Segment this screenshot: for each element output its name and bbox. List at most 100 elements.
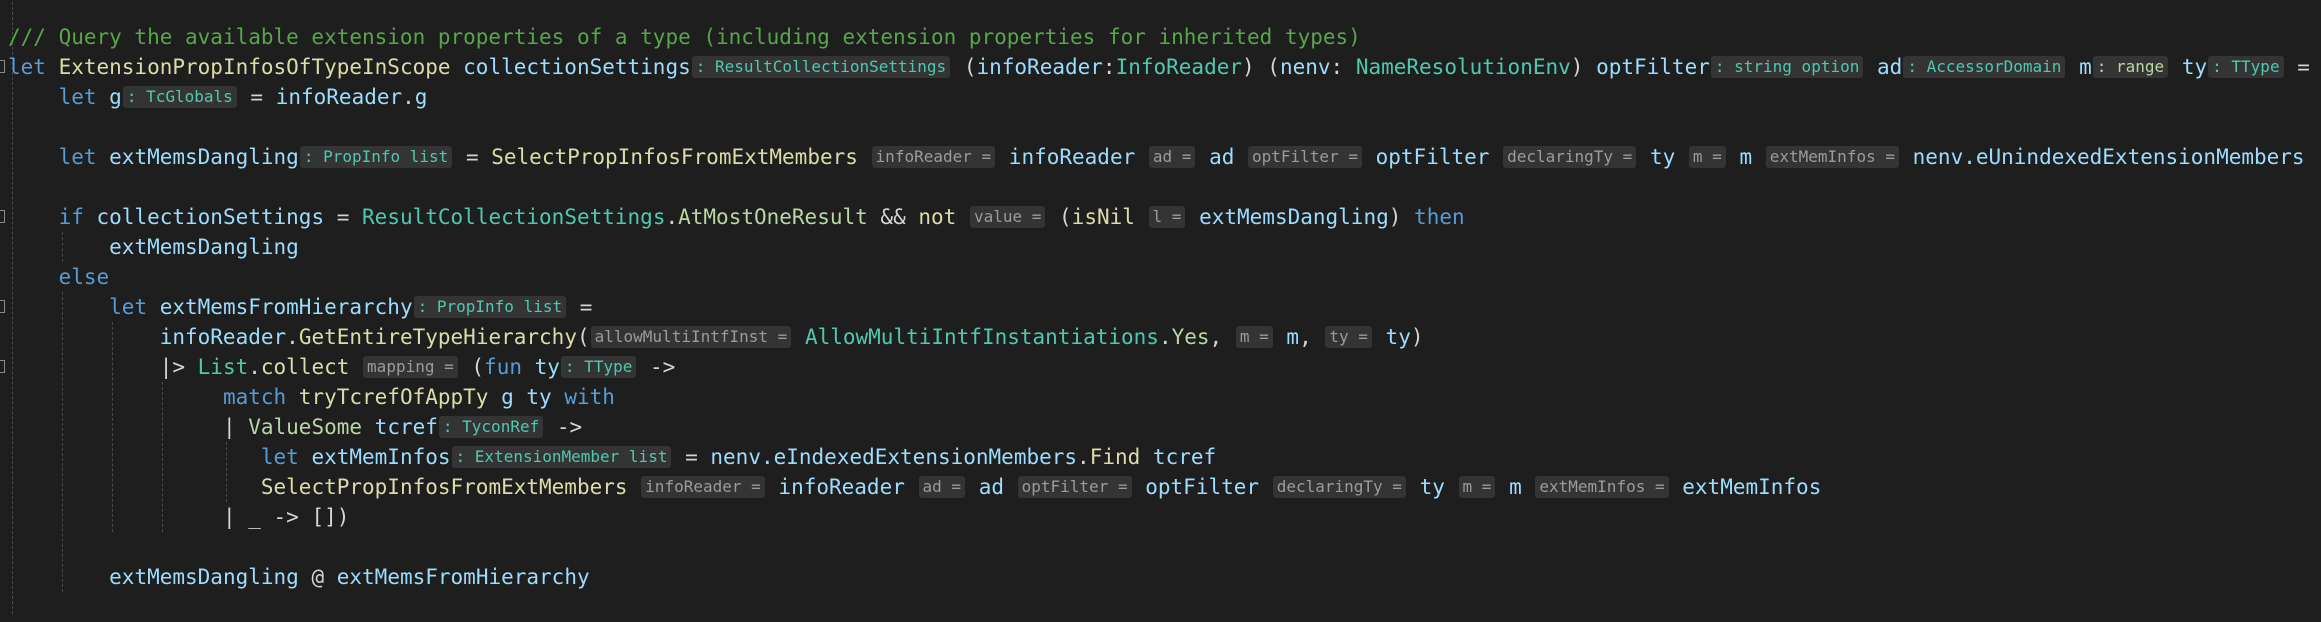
union-case: AtMostOneResult [678,205,881,229]
punctuation [1407,475,1420,499]
type-hint: : TType [560,356,637,378]
identifier: g [109,85,122,109]
comment: /// Query the available extension proper… [8,25,1361,49]
code-editor[interactable]: /// Query the available extension proper… [0,0,2321,622]
parameter-name-hint: infoReader = [871,146,996,168]
operator: && [880,205,919,229]
parameter-name-hint: ad = [918,476,966,498]
identifier: extMemsFromHierarchy [159,295,413,319]
punctuation: : [1330,55,1356,79]
punctuation [8,265,59,289]
operator: | [222,415,249,439]
code-line[interactable]: | ValueSome tcref: TyconRef -> [0,412,2321,442]
parameter-name-hint: allowMultiIntfInst = [590,326,792,348]
parameter-name-hint: declaringTy = [1503,146,1637,168]
identifier: optFilter [1145,475,1272,499]
code-line[interactable]: if collectionSettings = ResultCollection… [0,202,2321,232]
identifier: extMemsFromHierarchy [336,565,590,589]
punctuation [8,475,261,499]
code-line[interactable] [0,112,2321,142]
punctuation [966,475,979,499]
operator: . [286,325,299,349]
identifier: ad [978,475,1017,499]
code-line[interactable]: let ExtensionPropInfosOfTypeInScope coll… [0,52,2321,82]
punctuation [1373,325,1386,349]
operator: = [672,445,711,469]
parameter-name-hint: mapping = [363,356,458,378]
punctuation [766,475,779,499]
identifier: infoReader [778,475,918,499]
fold-toggle-icon[interactable] [0,360,5,373]
code-line[interactable] [0,532,2321,562]
punctuation [1274,325,1287,349]
fold-toggle-icon[interactable] [0,300,5,313]
operator: -> [273,505,312,529]
operator: = [453,145,492,169]
code-line[interactable]: SelectPropInfosFromExtMembers infoReader… [0,472,2321,502]
code-line[interactable]: infoReader.GetEntireTypeHierarchy(allowM… [0,322,2321,352]
punctuation [8,445,261,469]
type-name: List [197,355,249,379]
punctuation: ( [951,55,977,79]
punctuation [1864,55,1877,79]
keyword: let [58,145,110,169]
identifier: extMemsDangling [109,235,299,259]
punctuation: ( [458,355,485,379]
parameter-name-hint: ty = [1325,326,1372,348]
code-line[interactable]: |> List.collect mapping = (fun ty: TType… [0,352,2321,382]
code-line[interactable]: | _ -> []) [0,502,2321,532]
identifier: ad [1877,55,1903,79]
parameter-name-hint: optFilter = [1017,476,1132,498]
code-line[interactable]: extMemsDangling @ extMemsFromHierarchy [0,562,2321,592]
code-line[interactable]: match tryTcrefOfAppTy g ty with [0,382,2321,412]
punctuation: , [1299,325,1325,349]
fold-toggle-icon[interactable] [0,210,5,223]
code-line[interactable]: let g: TcGlobals = infoReader.g [0,82,2321,112]
identifier: extMemsDangling [109,565,312,589]
function-name: not [918,205,969,229]
parameter-name-hint: m = [1235,326,1273,348]
keyword: let [109,295,160,319]
punctuation [8,145,59,169]
type-hint: : range [2092,56,2169,78]
keyword: let [58,85,110,109]
identifier: tcref [1152,445,1217,469]
punctuation [8,295,109,319]
punctuation [1900,145,1913,169]
identifier: infoReader [275,85,403,109]
code-line[interactable]: /// Query the available extension proper… [0,22,2321,52]
function-name: GetEntireTypeHierarchy [298,325,577,349]
code-line[interactable]: extMemsDangling [0,232,2321,262]
operator: |> [159,355,198,379]
code-line[interactable]: let extMemInfos: ExtensionMember list = … [0,442,2321,472]
identifier: g [501,385,527,409]
keyword: if [58,205,97,229]
fold-toggle-icon[interactable] [0,60,5,73]
identifier: optFilter [1375,145,1503,169]
parameter-name-hint: infoReader = [641,476,765,498]
identifier: ty [534,355,560,379]
punctuation [8,415,223,439]
punctuation [996,145,1009,169]
code-line[interactable]: let extMemsDangling: PropInfo list = Sel… [0,142,2321,172]
code-line[interactable]: else [0,262,2321,292]
type-hint: : string option [1710,56,1864,78]
type-hint: : TType [2208,56,2284,78]
identifier: m [1739,145,1765,169]
identifier: m [2079,55,2092,79]
punctuation [1363,145,1376,169]
punctuation: ( [576,325,590,349]
type-hint: : ResultCollectionSettings [691,56,951,78]
code-line[interactable] [0,0,2321,22]
punctuation [8,205,59,229]
function-name: Find [1089,445,1153,469]
punctuation: , [1209,325,1235,349]
code-line[interactable] [0,592,2321,622]
identifier: collectionSettings [463,55,691,79]
identifier: tcref [374,415,438,439]
identifier: nenv.eIndexedExtensionMembers [710,445,1078,469]
code-line[interactable] [0,172,2321,202]
identifier: ty [2181,55,2208,79]
code-line[interactable]: let extMemsFromHierarchy: PropInfo list … [0,292,2321,322]
keyword: with [564,385,615,409]
